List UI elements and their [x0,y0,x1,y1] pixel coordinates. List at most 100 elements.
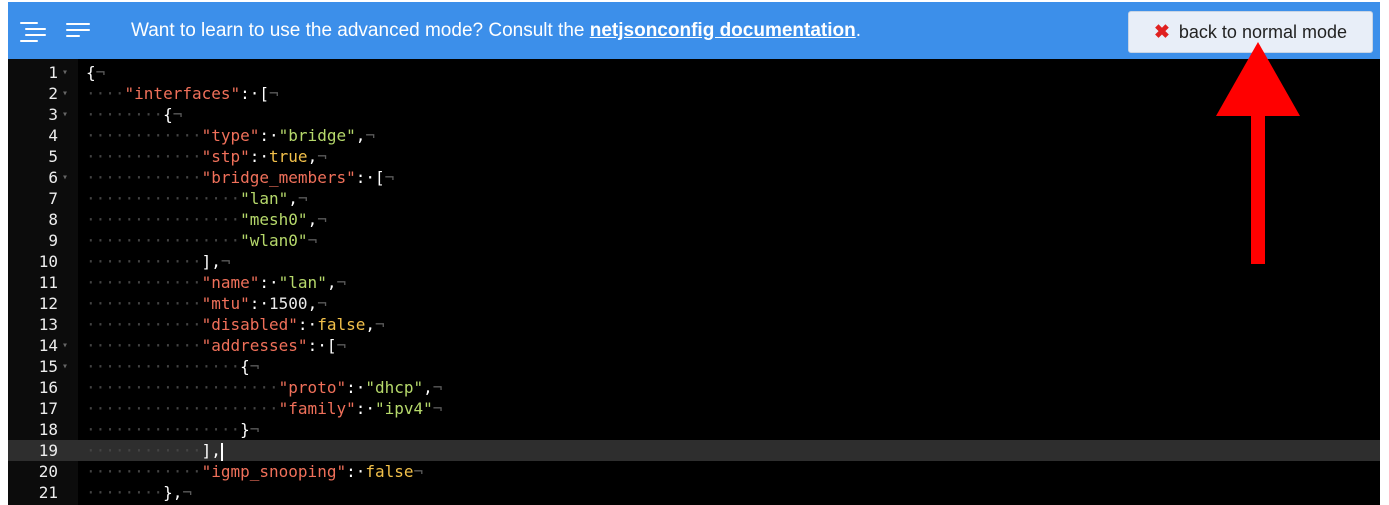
code-text: ············"bridge_members":·[¬ [86,167,394,188]
code-token: , [365,315,375,334]
code-token: "bridge" [278,126,356,145]
code-line[interactable]: 20 ············"igmp_snooping":·false¬ [8,461,1380,482]
code-line[interactable]: 12 ············"mtu":·1500,¬ [8,293,1380,314]
code-line[interactable]: 8 ················"mesh0",¬ [8,209,1380,230]
code-token: ············ [86,252,202,271]
line-number: 5 [48,147,58,166]
line-number: 11 [38,273,58,292]
code-token: :· [249,294,270,313]
code-line[interactable]: 4 ············"type":·"bridge",¬ [8,125,1380,146]
code-token: false [317,315,366,334]
code-line[interactable]: 9 ················"wlan0"¬ [8,230,1380,251]
code-token: "lan" [278,273,327,292]
code-token: ············ [86,441,202,460]
code-token: "mtu" [201,294,250,313]
code-token: ············ [86,462,202,481]
fold-toggle-icon[interactable]: ▾ [62,167,68,188]
line-number: 18 [38,420,58,439]
code-token: ¬ [317,210,327,229]
code-line[interactable]: 11 ············"name":·"lan",¬ [8,272,1380,293]
code-token: ¬ [182,483,192,502]
code-text: ················{¬ [86,356,259,377]
line-number: 21 [38,483,58,502]
code-line[interactable]: 18 ················}¬ [8,419,1380,440]
text-cursor [220,442,223,461]
code-text: ················"lan",¬ [86,188,308,209]
json-code-editor[interactable]: 1 ▾ {¬ 2 ▾ ····"interfaces":·[¬ 3 ▾ ········{¬ 4 ·… [8,59,1380,505]
code-token: :· [355,399,375,418]
arrow-shaft [1251,114,1265,264]
code-line[interactable]: 5 ············"stp":·true,¬ [8,146,1380,167]
line-number: 13 [38,315,58,334]
code-token: ], [201,441,221,460]
code-token: "interfaces" [124,84,241,103]
code-line[interactable]: 10 ············],¬ [8,251,1380,272]
code-line[interactable]: 7 ················"lan",¬ [8,188,1380,209]
line-number: 14 [38,336,58,355]
code-line[interactable]: 17 ····················"family":·"ipv4"¬ [8,398,1380,419]
fold-toggle-icon[interactable]: ▾ [62,83,68,104]
indent-format-icon[interactable] [20,20,46,42]
code-token: , [423,378,433,397]
line-number: 17 [38,399,58,418]
line-number: 20 [38,462,58,481]
fold-toggle-icon[interactable]: ▾ [62,104,68,125]
code-token: ················ [86,231,241,250]
close-icon: ✖ [1153,21,1170,43]
code-token: ········ [86,105,164,124]
code-text: ············], [86,440,223,461]
code-token: "family" [278,399,356,418]
code-token: ¬ [269,84,279,103]
code-line[interactable]: 2 ▾ ····"interfaces":·[¬ [8,83,1380,104]
line-number: 4 [48,126,58,145]
code-token: } [240,420,250,439]
code-token: ···················· [86,378,279,397]
code-text: ················}¬ [86,419,259,440]
fold-toggle-icon[interactable]: ▾ [62,335,68,356]
code-token: "dhcp" [365,378,424,397]
code-token: "lan" [240,189,289,208]
code-token: true [269,147,308,166]
code-token: }, [163,483,183,502]
line-number: 9 [48,231,58,250]
code-token: ············ [86,336,202,355]
line-number: 2 [48,84,58,103]
code-line[interactable]: 1 ▾ {¬ [8,62,1380,83]
code-token: false [365,462,414,481]
line-number: 12 [38,294,58,313]
code-line[interactable]: 6 ▾ ············"bridge_members":·[¬ [8,167,1380,188]
code-line[interactable]: 21 ········},¬ [8,482,1380,503]
code-line[interactable]: 3 ▾ ········{¬ [8,104,1380,125]
advanced-mode-toolbar: Want to learn to use the advanced mode? … [8,2,1380,59]
code-token: , [355,126,366,145]
code-line[interactable]: 15 ▾ ················{¬ [8,356,1380,377]
line-number: 1 [48,63,58,82]
advanced-mode-message: Want to learn to use the advanced mode? … [131,20,861,42]
code-text: ········{¬ [86,104,182,125]
code-token: "proto" [278,378,347,397]
code-text: ················"wlan0"¬ [86,230,317,251]
code-token: ¬ [432,399,443,418]
code-text: ············"igmp_snooping":·false¬ [86,461,423,482]
compact-format-icon[interactable] [66,20,92,42]
line-number: 3 [48,105,58,124]
code-token: ¬ [432,378,443,397]
code-token: :· [346,462,366,481]
fold-toggle-icon[interactable]: ▾ [62,356,68,377]
code-line[interactable]: 16 ····················"proto":·"dhcp",¬ [8,377,1380,398]
code-token: "bridge_members" [201,168,356,187]
code-token: { [86,63,96,82]
fold-toggle-icon[interactable]: ▾ [62,62,68,83]
code-token: ¬ [336,273,347,292]
code-text: ········},¬ [86,482,192,503]
netjsonconfig-doc-link[interactable]: netjsonconfig documentation [590,20,856,41]
message-suffix: . [855,20,862,41]
code-line[interactable]: 14 ▾ ············"addresses":·[¬ [8,335,1380,356]
code-line[interactable]: 13 ············"disabled":·false,¬ [8,314,1380,335]
code-text: ············"disabled":·false,¬ [86,314,385,335]
code-token: ············ [86,126,202,145]
code-line[interactable]: 19 ············], [8,440,1380,461]
code-token: ¬ [336,336,347,355]
line-number: 19 [38,441,58,460]
code-token: ················ [86,210,241,229]
